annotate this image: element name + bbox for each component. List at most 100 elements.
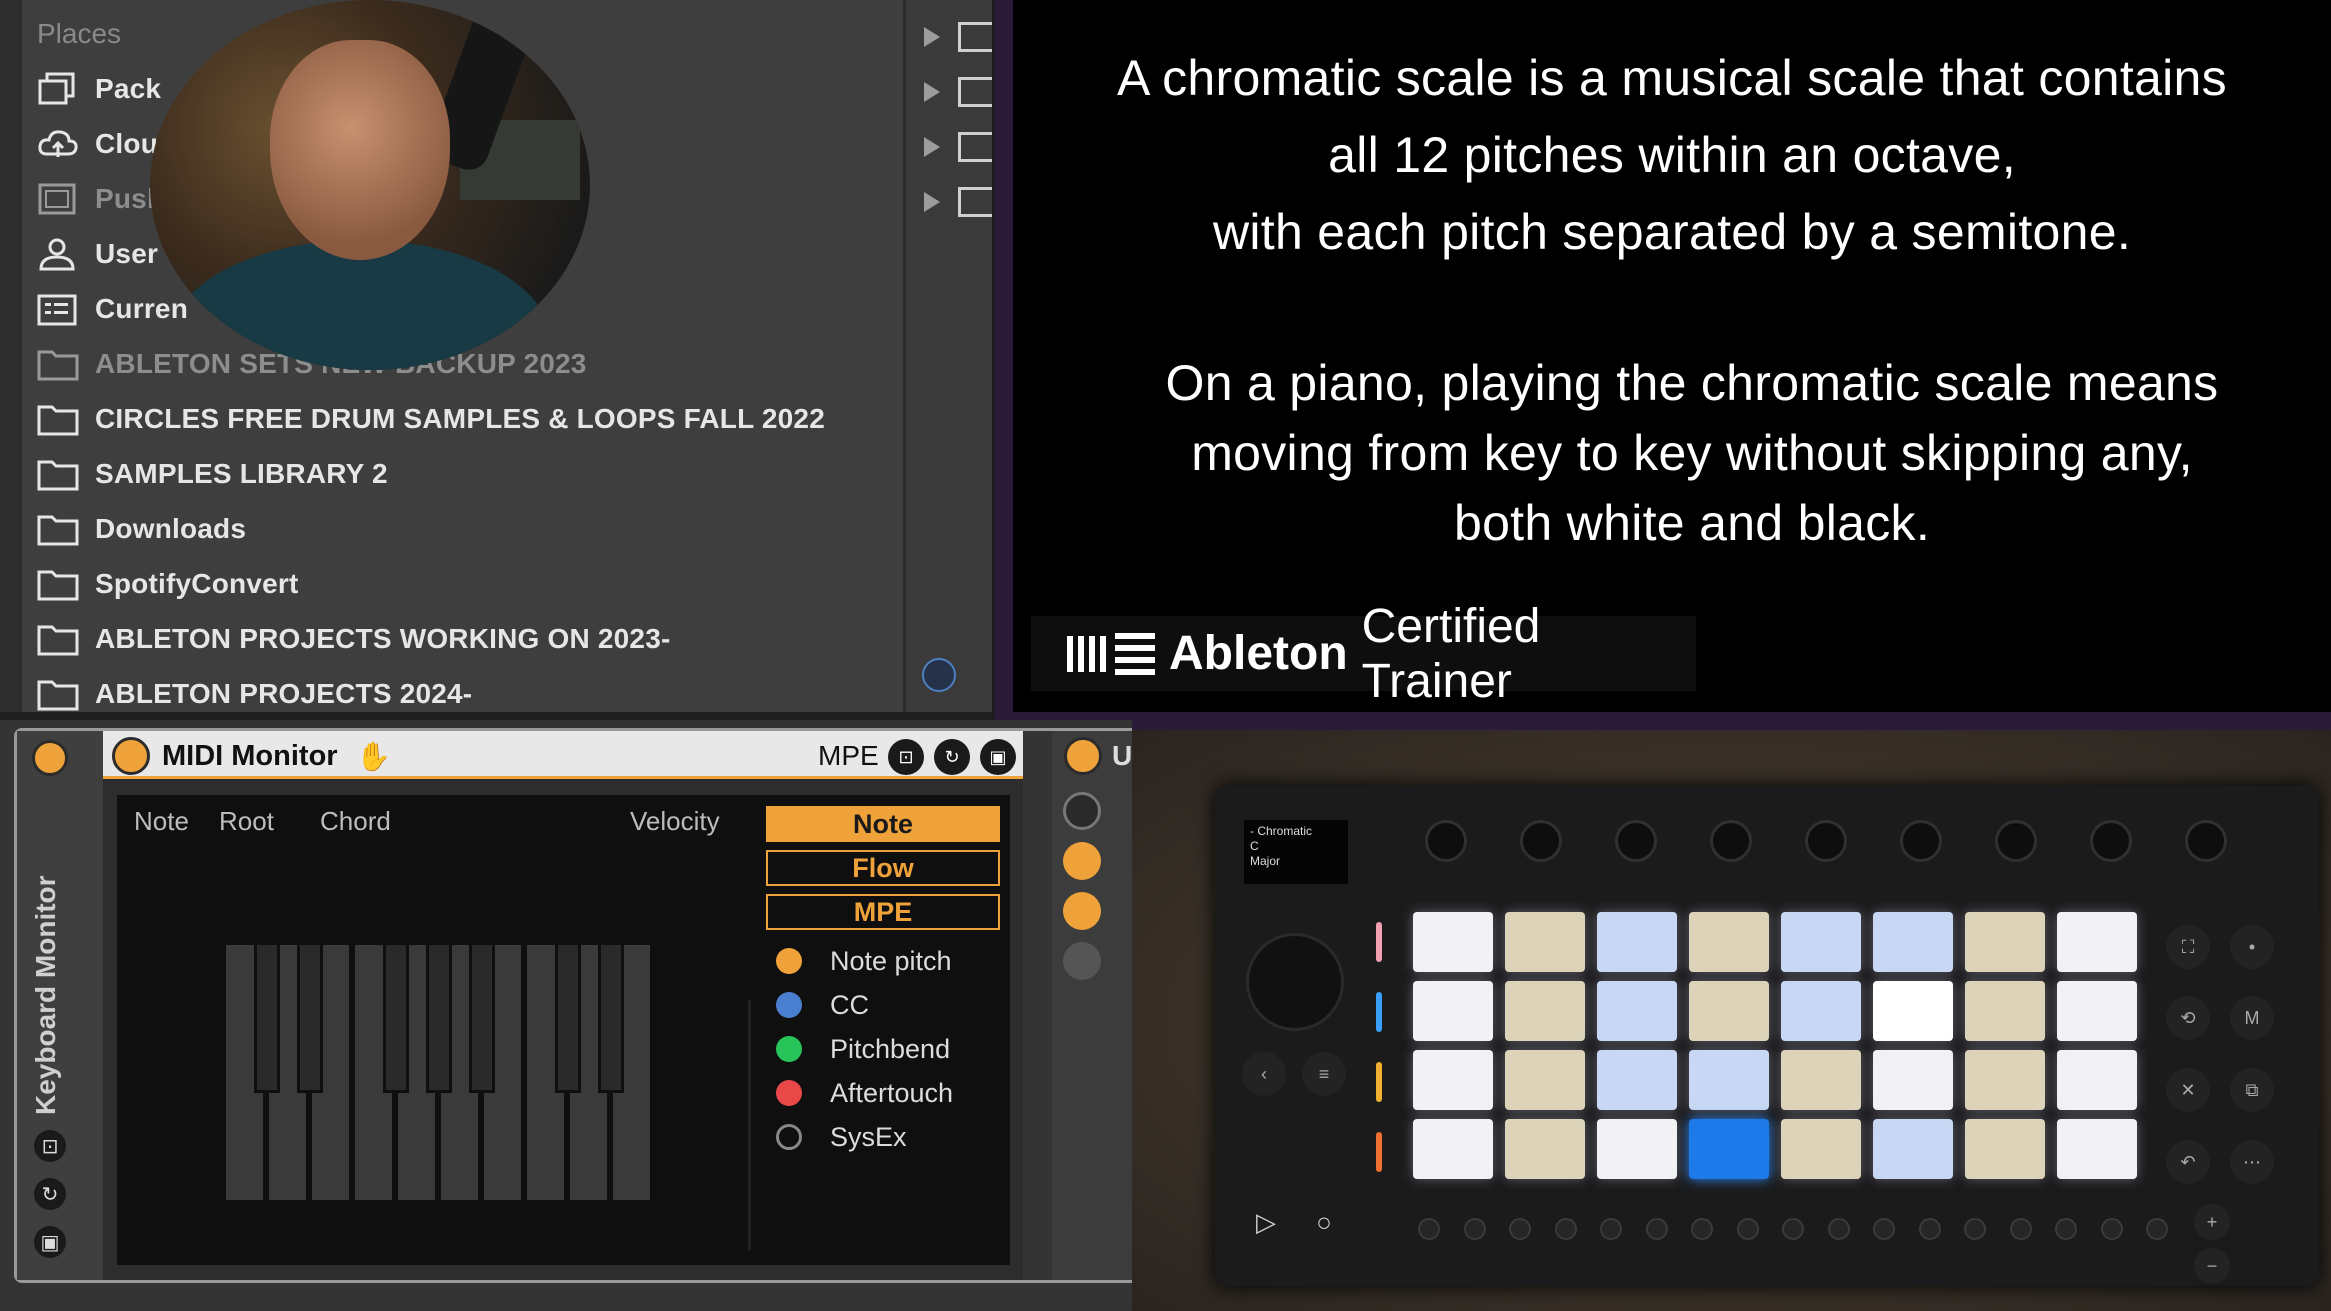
drum-pad[interactable] xyxy=(1965,1119,2045,1179)
loop-icon[interactable]: ⟲ xyxy=(2166,996,2210,1040)
expand-arrow-icon[interactable] xyxy=(924,27,940,47)
place-item[interactable]: Clou xyxy=(37,118,158,170)
hot-swap-icon[interactable]: ↻ xyxy=(934,739,970,775)
drum-pad[interactable] xyxy=(1689,912,1769,972)
place-item[interactable]: Pack xyxy=(37,63,161,115)
step-button[interactable] xyxy=(1964,1218,1986,1240)
dial-icon[interactable] xyxy=(1063,792,1101,830)
expand-arrow-icon[interactable] xyxy=(924,192,940,212)
encoder-knob[interactable] xyxy=(1425,820,1467,862)
step-button[interactable] xyxy=(1827,1218,1850,1240)
drum-pad[interactable] xyxy=(1873,981,1953,1041)
drum-pad[interactable] xyxy=(2057,981,2137,1041)
camera-icon[interactable] xyxy=(1063,842,1101,880)
drum-pad[interactable] xyxy=(1965,981,2045,1041)
back-arrow-icon[interactable]: ‹ xyxy=(1242,1052,1286,1096)
mute-icon[interactable]: M xyxy=(2230,996,2274,1040)
next-device-power-button[interactable] xyxy=(1064,737,1102,775)
place-item[interactable]: Push xyxy=(37,173,164,225)
step-button[interactable] xyxy=(1918,1218,1941,1240)
midi-map-icon[interactable]: ⊡ xyxy=(34,1130,66,1162)
hot-swap-icon[interactable]: ↻ xyxy=(34,1178,66,1210)
step-button[interactable] xyxy=(2009,1218,2032,1240)
place-item[interactable]: ABLETON PROJECTS 2024- xyxy=(37,668,472,720)
drum-pad[interactable] xyxy=(1781,981,1861,1041)
drum-pad[interactable] xyxy=(1965,1050,2045,1110)
plus-icon[interactable]: + xyxy=(2194,1204,2230,1240)
drum-pad[interactable] xyxy=(1781,1119,1861,1179)
drum-pad[interactable] xyxy=(1413,1119,1493,1179)
mode-button-flow[interactable]: Flow xyxy=(766,850,1000,886)
play-icon[interactable]: ▷ xyxy=(1246,1202,1286,1242)
expand-arrow-icon[interactable] xyxy=(924,82,940,102)
drum-pad[interactable] xyxy=(2057,1050,2137,1110)
step-button[interactable] xyxy=(2055,1218,2077,1240)
step-button[interactable] xyxy=(1418,1218,1440,1240)
fullscreen-icon[interactable]: ⛶ xyxy=(2166,925,2210,969)
step-button[interactable] xyxy=(1509,1218,1531,1240)
undo-icon[interactable]: ↶ xyxy=(2166,1140,2210,1184)
step-button[interactable] xyxy=(1463,1218,1486,1240)
minus-icon[interactable] xyxy=(1063,892,1101,930)
rack-power-button[interactable] xyxy=(32,740,68,776)
place-item[interactable]: User xyxy=(37,228,158,280)
mode-button-mpe[interactable]: MPE xyxy=(766,894,1000,930)
drum-pad[interactable] xyxy=(1873,1050,1953,1110)
save-preset-icon[interactable]: ▣ xyxy=(34,1226,66,1258)
drum-pad[interactable] xyxy=(1505,912,1585,972)
drum-pad[interactable] xyxy=(1413,912,1493,972)
step-button[interactable] xyxy=(1782,1218,1804,1240)
drum-pad[interactable] xyxy=(2057,912,2137,972)
delete-icon[interactable]: ✕ xyxy=(2166,1068,2210,1112)
menu-icon[interactable]: ≡ xyxy=(1302,1052,1346,1096)
hotswap-button[interactable] xyxy=(922,658,956,692)
step-button[interactable] xyxy=(1554,1218,1577,1240)
save-preset-icon[interactable]: ▣ xyxy=(980,739,1016,775)
place-item[interactable]: Curren xyxy=(37,283,188,335)
step-button[interactable] xyxy=(2146,1218,2168,1240)
encoder-knob[interactable] xyxy=(1710,820,1752,862)
drum-pad[interactable] xyxy=(1873,912,1953,972)
encoder-knob[interactable] xyxy=(1520,820,1562,862)
drum-pad[interactable] xyxy=(1597,981,1677,1041)
step-button[interactable] xyxy=(1873,1218,1895,1240)
device-power-button[interactable] xyxy=(112,737,150,775)
step-button[interactable] xyxy=(1736,1218,1759,1240)
drum-pad[interactable] xyxy=(1965,912,2045,972)
encoder-knob[interactable] xyxy=(1900,820,1942,862)
drum-pad[interactable] xyxy=(1689,1119,1769,1179)
step-button[interactable] xyxy=(1645,1218,1668,1240)
place-item[interactable]: SpotifyConvert xyxy=(37,558,298,610)
place-item[interactable]: ABLETON PROJECTS WORKING ON 2023- xyxy=(37,613,671,665)
drum-pad[interactable] xyxy=(1781,912,1861,972)
record-icon[interactable]: ○ xyxy=(1304,1202,1344,1242)
drum-pad[interactable] xyxy=(1597,912,1677,972)
list-icon[interactable] xyxy=(1063,942,1101,980)
more-icon[interactable]: ⋯ xyxy=(2230,1140,2274,1184)
step-button[interactable] xyxy=(1691,1218,1713,1240)
encoder-knob[interactable] xyxy=(1615,820,1657,862)
drum-pad[interactable] xyxy=(1597,1050,1677,1110)
drum-pad[interactable] xyxy=(1413,981,1493,1041)
step-button[interactable] xyxy=(1600,1218,1622,1240)
expand-arrow-icon[interactable] xyxy=(924,137,940,157)
encoder-knob[interactable] xyxy=(1995,820,2037,862)
place-item[interactable]: Downloads xyxy=(37,503,246,555)
drum-pad[interactable] xyxy=(1505,1119,1585,1179)
drum-pad[interactable] xyxy=(1689,1050,1769,1110)
encoder-knob[interactable] xyxy=(1805,820,1847,862)
minus-icon[interactable]: − xyxy=(2194,1248,2230,1284)
dot-icon[interactable]: • xyxy=(2230,925,2274,969)
drum-pad[interactable] xyxy=(1781,1050,1861,1110)
place-item[interactable]: SAMPLES LIBRARY 2 xyxy=(37,448,388,500)
place-item[interactable]: CIRCLES FREE DRUM SAMPLES & LOOPS FALL 2… xyxy=(37,393,825,445)
midi-map-icon[interactable]: ⊡ xyxy=(888,739,924,775)
encoder-knob[interactable] xyxy=(2185,820,2227,862)
drum-pad[interactable] xyxy=(1505,1050,1585,1110)
drum-pad[interactable] xyxy=(2057,1119,2137,1179)
drum-pad[interactable] xyxy=(1505,981,1585,1041)
step-button[interactable] xyxy=(2100,1218,2123,1240)
jog-wheel[interactable] xyxy=(1246,933,1344,1031)
drum-pad[interactable] xyxy=(1873,1119,1953,1179)
encoder-knob[interactable] xyxy=(2090,820,2132,862)
